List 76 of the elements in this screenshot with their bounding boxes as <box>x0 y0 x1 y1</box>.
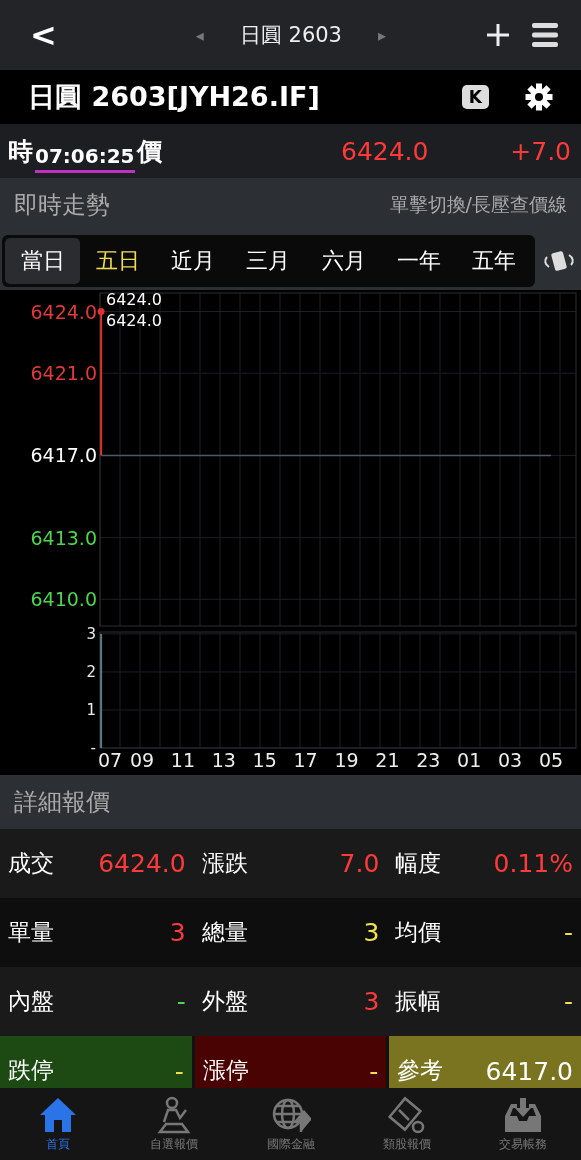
tab-bar-item[interactable]: 類股報價 <box>348 1088 465 1160</box>
nav-title: 日圓 2603 <box>239 22 342 49</box>
y-tick-label: 6421.0 <box>30 362 97 385</box>
field-label: 參考 <box>397 1056 444 1085</box>
y-tick-label: 6424.0 <box>30 300 97 323</box>
x-tick-label: 19 <box>334 749 359 771</box>
price-label: 價 <box>136 135 162 168</box>
tab-bar-item[interactable]: 國際金融 <box>232 1088 349 1160</box>
field-value: - <box>174 1057 184 1086</box>
field-value: - <box>563 987 573 1016</box>
y-tick-label: 1 <box>86 700 96 719</box>
price-annotation: 6424.0 <box>106 311 162 330</box>
field-label: 漲停 <box>202 1056 249 1085</box>
menu-icon[interactable] <box>531 22 559 48</box>
x-tick-label: 05 <box>538 749 564 771</box>
x-tick-label: 17 <box>293 749 318 771</box>
last-price: 6424.0 <box>341 136 430 166</box>
field-value: 3 <box>169 918 186 947</box>
x-tick-label: 23 <box>416 749 441 771</box>
field-value: 3 <box>363 918 380 947</box>
x-tick-label: 03 <box>498 749 523 771</box>
x-tick-label: 07 <box>98 749 123 771</box>
field-label: 單量 <box>8 918 54 947</box>
instrument-title: 日圓 2603[JYH26.IF] <box>28 80 321 114</box>
field-label: 成交 <box>8 849 54 878</box>
field-value: 6424.0 <box>98 849 186 878</box>
field-label: 總量 <box>201 918 248 947</box>
y-tick-label: 6413.0 <box>30 526 97 549</box>
price-change: +7.0 <box>509 136 571 166</box>
field-value: - <box>369 1057 379 1086</box>
chart-hint: 單擊切換/長壓查價線 <box>389 192 567 217</box>
inbox-icon <box>502 1095 543 1134</box>
tab-bar-item[interactable]: 自選報價 <box>116 1088 233 1160</box>
range-tab[interactable]: 五年 <box>456 238 532 284</box>
field-label: 幅度 <box>395 849 442 878</box>
y-tick-label: - <box>90 739 96 757</box>
y-tick-label: 6410.0 <box>30 588 97 611</box>
section-title: 即時走勢 <box>14 190 110 221</box>
field-label: 漲跌 <box>201 849 248 878</box>
field-value: - <box>563 918 573 947</box>
field-label: 內盤 <box>8 987 54 1016</box>
y-tick-label: 3 <box>86 624 96 643</box>
field-label: 跌停 <box>8 1056 54 1085</box>
x-tick-label: 13 <box>211 749 236 771</box>
field-label: 外盤 <box>201 987 248 1016</box>
field-value: - <box>176 987 186 1016</box>
range-tab[interactable]: 五日 <box>80 238 156 284</box>
x-tick-label: 01 <box>457 749 482 771</box>
field-value: 0.11% <box>493 849 573 878</box>
x-tick-label: 21 <box>375 749 400 771</box>
x-tick-label: 09 <box>129 749 155 771</box>
y-tick-label: 2 <box>86 662 96 681</box>
price-point <box>97 308 105 315</box>
range-tab[interactable]: 近月 <box>155 238 231 284</box>
add-icon[interactable] <box>485 22 511 48</box>
y-tick-label: 6417.0 <box>30 444 97 467</box>
k-chart-button[interactable]: K <box>461 85 489 109</box>
quote-time: 07:06:25 <box>35 139 135 173</box>
price-annotation: 6424.0 <box>106 290 162 309</box>
section-title: 詳細報價 <box>14 787 110 818</box>
x-tick-label: 11 <box>170 749 195 771</box>
field-value: 3 <box>363 987 380 1016</box>
field-label: 均價 <box>395 918 442 947</box>
range-tab[interactable]: 當日 <box>5 238 81 284</box>
field-value: 6417.0 <box>485 1057 573 1086</box>
range-tab[interactable]: 六月 <box>306 238 382 284</box>
field-value: 7.0 <box>339 849 380 878</box>
tab-bar-item[interactable]: 交易帳務 <box>464 1088 581 1160</box>
range-tab[interactable]: 三月 <box>230 238 307 284</box>
settings-icon[interactable] <box>525 83 553 111</box>
tab-bar-item[interactable]: 首頁 <box>0 1088 117 1160</box>
back-button[interactable]: < <box>30 16 57 54</box>
x-tick-label: 15 <box>252 749 277 771</box>
time-label: 時 <box>8 135 33 168</box>
range-tab[interactable]: 一年 <box>381 238 457 284</box>
field-label: 振幅 <box>395 987 442 1016</box>
